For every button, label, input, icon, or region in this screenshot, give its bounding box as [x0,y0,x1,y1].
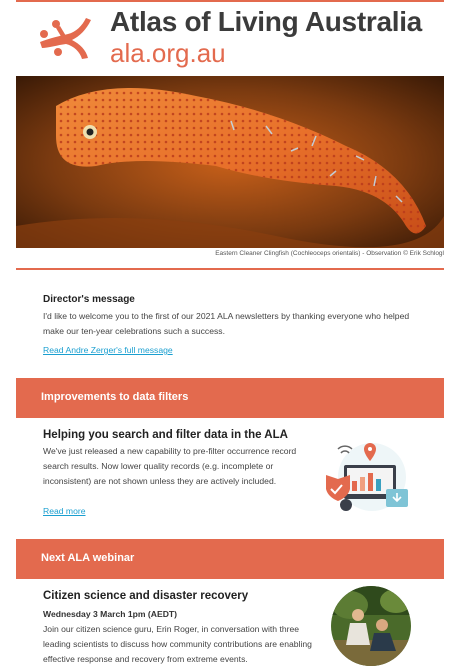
header: Atlas of Living Australia ala.org.au [16,2,444,74]
webinar-photo [331,586,411,666]
webinar-banner-label: Next ALA webinar [41,552,135,564]
hero-image [16,76,444,248]
section-divider [16,268,444,270]
webinar-heading: Citizen science and disaster recovery [43,590,249,602]
webinar-body: Join our citizen science guru, Erin Roge… [43,624,312,664]
data-filter-illustration-icon [326,443,408,511]
filters-banner: Improvements to data filters [16,378,444,418]
ala-logo-icon [40,18,91,59]
director-body: I'd like to welcome you to the first of … [43,311,410,336]
site-title: Atlas of Living Australia [110,6,422,37]
site-url: ala.org.au [110,38,226,68]
webinar-date: Wednesday 3 March 1pm (AEDT) [43,609,178,619]
filters-body: We've just released a new capability to … [43,446,297,486]
filters-banner-label: Improvements to data filters [41,391,189,403]
director-read-more-link[interactable]: Read Andre Zerger's full message [43,345,173,355]
webinar-banner: Next ALA webinar [16,539,444,579]
newsletter-page: Atlas of Living Australia ala.org.au Eas… [0,0,461,670]
filters-read-more-link[interactable]: Read more [43,506,86,516]
filters-heading: Helping you search and filter data in th… [43,429,288,441]
hero-caption: Eastern Cleaner Clingfish (Cochleoceps o… [215,250,444,257]
director-heading: Director's message [43,294,135,305]
